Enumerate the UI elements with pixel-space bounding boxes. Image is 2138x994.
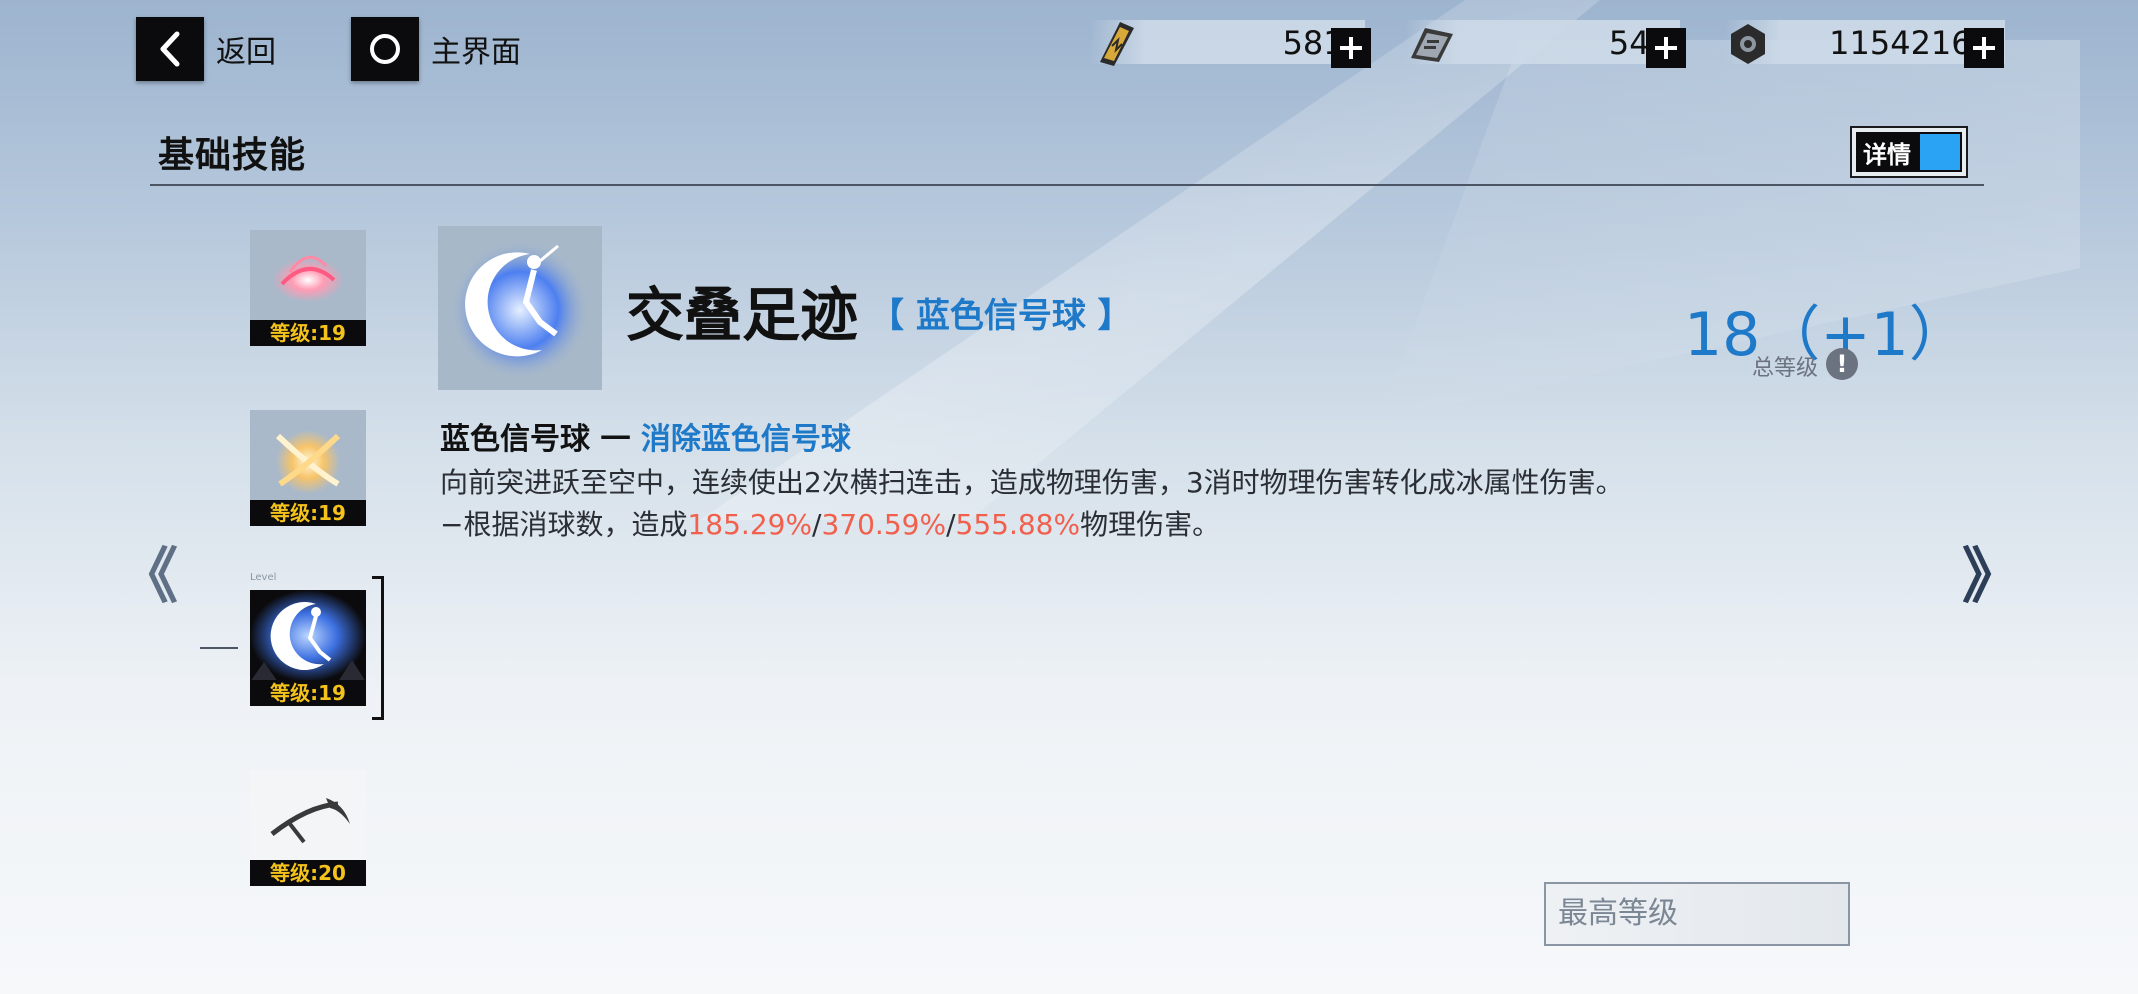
damage-value-1: 185.29% [687, 508, 813, 541]
back-label: 返回 [216, 35, 276, 70]
skill-slot-3-selected[interactable]: 等级:19 [250, 590, 366, 706]
home-circle-icon [351, 17, 419, 81]
level-info-icon[interactable]: ! [1826, 348, 1858, 380]
toggle-knob [1918, 132, 1962, 172]
description-line-2: −根据消球数，造成185.29%/370.59%/555.88%物理伤害。 [440, 508, 1221, 541]
total-level-label: 总等级 [1752, 356, 1819, 381]
pink-burst-icon [272, 255, 344, 302]
skill-level-3: 等级:19 [250, 680, 366, 706]
selected-level-caption: Level [250, 572, 277, 583]
back-button[interactable]: 返回 [136, 17, 276, 81]
crescent-dancer-icon [250, 590, 366, 682]
home-button[interactable]: 主界面 [351, 17, 521, 81]
gear-coin-icon [1725, 21, 1771, 67]
section-title: 基础技能 [158, 135, 307, 176]
skill-subtitle: 蓝色信号球 一 消除蓝色信号球 [440, 414, 851, 458]
skill-description: 向前突进跃至空中，连续使出2次横扫连击，造成物理伤害，3消时物理伤害转化成冰属性… [440, 462, 1740, 546]
description-line-1: 向前突进跃至空中，连续使出2次横扫连击，造成物理伤害，3消时物理伤害转化成冰属性… [440, 466, 1624, 499]
skill-slot-1[interactable]: 等级:19 [250, 230, 366, 346]
card-icon [1405, 22, 1459, 66]
skill-name: 交叠足迹 [626, 281, 859, 349]
selector-pointer [200, 647, 238, 649]
scythe-icon [270, 798, 350, 844]
resource-value-3: 11542164 [1829, 24, 1992, 62]
add-resource-1-button[interactable] [1331, 28, 1371, 68]
crescent-dancer-large-icon [450, 240, 590, 380]
resource-value-2: 543 [1608, 24, 1670, 62]
add-resource-3-button[interactable] [1964, 28, 2004, 68]
details-toggle-label: 详情 [1856, 132, 1918, 172]
add-resource-2-button[interactable] [1646, 28, 1686, 68]
damage-value-3: 555.88% [955, 508, 1081, 541]
resource-bar: 5813 543 11542164 [1090, 18, 2090, 78]
home-label: 主界面 [431, 35, 521, 70]
details-toggle[interactable]: 详情 [1850, 126, 1968, 178]
subtitle-highlight: 消除蓝色信号球 [640, 422, 851, 457]
skill-level-1: 等级:19 [250, 320, 366, 346]
back-arrow-icon [136, 17, 204, 81]
skill-main-icon [438, 226, 602, 390]
skill-tag: 【 蓝色信号球 】 [870, 296, 1132, 336]
next-skill-arrow-icon[interactable]: 》 [1962, 528, 2022, 615]
prev-skill-arrow-icon[interactable]: 《 [118, 528, 178, 615]
damage-value-2: 370.59% [821, 508, 947, 541]
skill-level-2: 等级:19 [250, 500, 366, 526]
skill-slot-4[interactable]: 等级:20 [250, 770, 366, 886]
max-level-button[interactable]: 最高等级 [1544, 882, 1850, 946]
subtitle-prefix: 蓝色信号球 一 [440, 422, 641, 457]
selection-bracket [372, 576, 384, 720]
skill-level-4: 等级:20 [250, 860, 366, 886]
section-divider [150, 184, 1984, 186]
skill-slot-2[interactable]: 等级:19 [250, 410, 366, 526]
gold-ticket-icon [1090, 18, 1140, 68]
crossed-blades-icon [275, 430, 341, 494]
